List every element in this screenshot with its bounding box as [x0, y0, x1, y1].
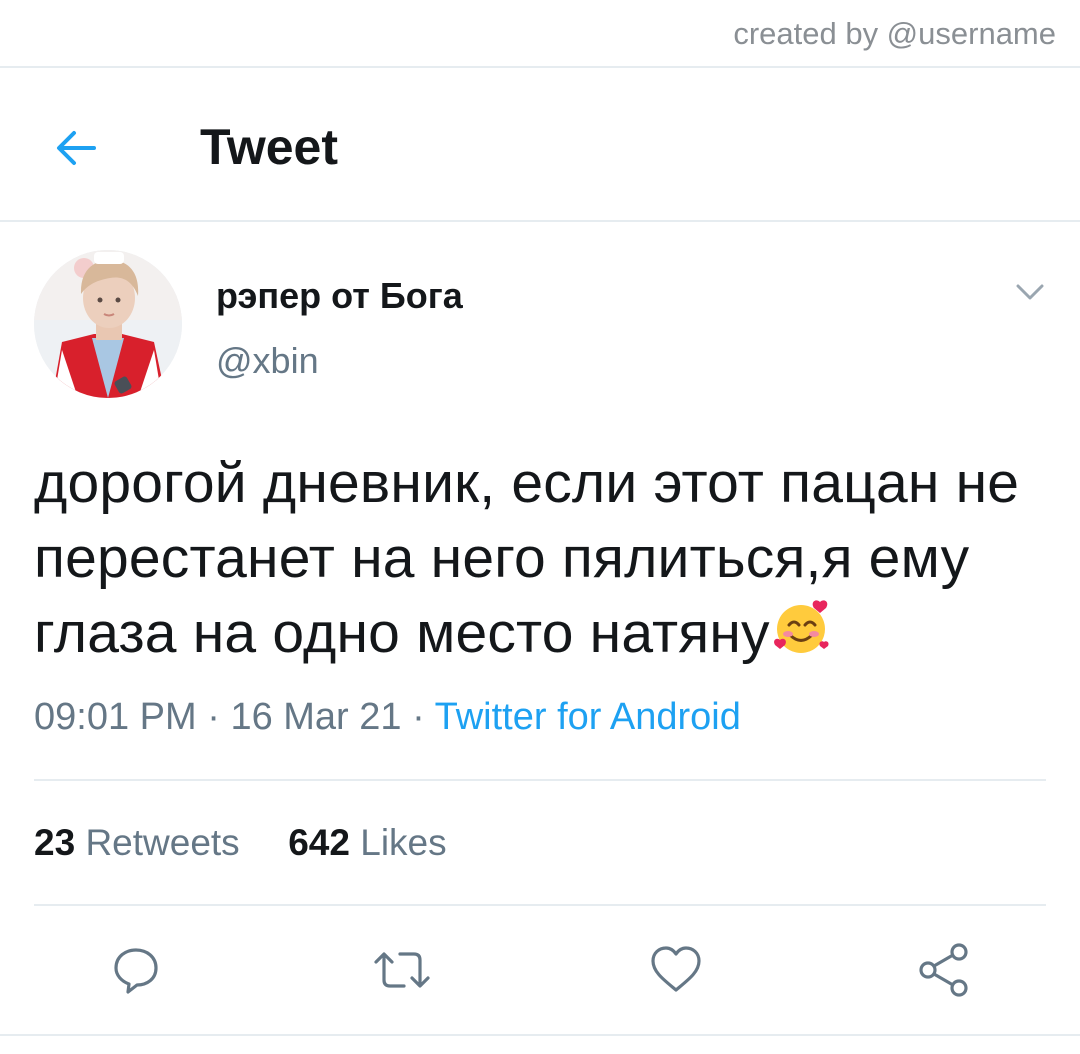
header-divider [0, 220, 1080, 222]
reply-button[interactable] [106, 940, 166, 1000]
tweet-options-button[interactable] [1012, 278, 1048, 306]
heart-icon [651, 946, 701, 992]
retweet-count: 23 [34, 822, 76, 863]
page-title: Tweet [200, 119, 338, 175]
tweet-time: 09:01 PM [34, 696, 197, 738]
likes-label: Likes [360, 822, 447, 863]
bottom-divider [0, 1034, 1080, 1036]
like-button[interactable] [646, 940, 706, 1000]
share-icon [919, 943, 968, 997]
tweet-body: дорогой дневник, если этот пацан не пере… [34, 446, 1044, 671]
retweet-button[interactable] [372, 940, 432, 1000]
tweet-text: дорогой дневник, если этот пацан не пере… [34, 451, 1020, 665]
arrow-left-icon [57, 131, 96, 165]
watermark: created by @username [733, 16, 1056, 51]
likes-stat[interactable]: 642 Likes [288, 822, 446, 863]
smiling-face-with-hearts-icon [772, 598, 832, 658]
retweets-stat[interactable]: 23 Retweets [34, 822, 240, 863]
user-handle[interactable]: @xbin [216, 340, 319, 382]
tweet-meta: 09:01 PM · 16 Mar 21 · Twitter for Andro… [34, 696, 741, 739]
back-button[interactable] [50, 122, 102, 174]
like-count: 642 [288, 822, 350, 863]
share-button[interactable] [914, 940, 974, 1000]
display-name[interactable]: рэпер от Бога [216, 275, 463, 317]
avatar-image [34, 250, 182, 398]
tweet-stats: 23 Retweets 642 Likes [34, 822, 447, 864]
top-divider [0, 66, 1080, 68]
tweet-source-link[interactable]: Twitter for Android [435, 696, 741, 738]
tweet-date: 16 Mar 21 [230, 696, 402, 738]
divider [34, 904, 1046, 906]
chevron-down-icon [1016, 284, 1044, 300]
retweets-label: Retweets [85, 822, 240, 863]
meta-separator: · [412, 696, 425, 738]
retweet-icon [374, 952, 430, 988]
meta-separator: · [207, 696, 220, 738]
divider [34, 779, 1046, 781]
speech-bubble-icon [114, 948, 158, 994]
avatar[interactable] [34, 250, 182, 398]
